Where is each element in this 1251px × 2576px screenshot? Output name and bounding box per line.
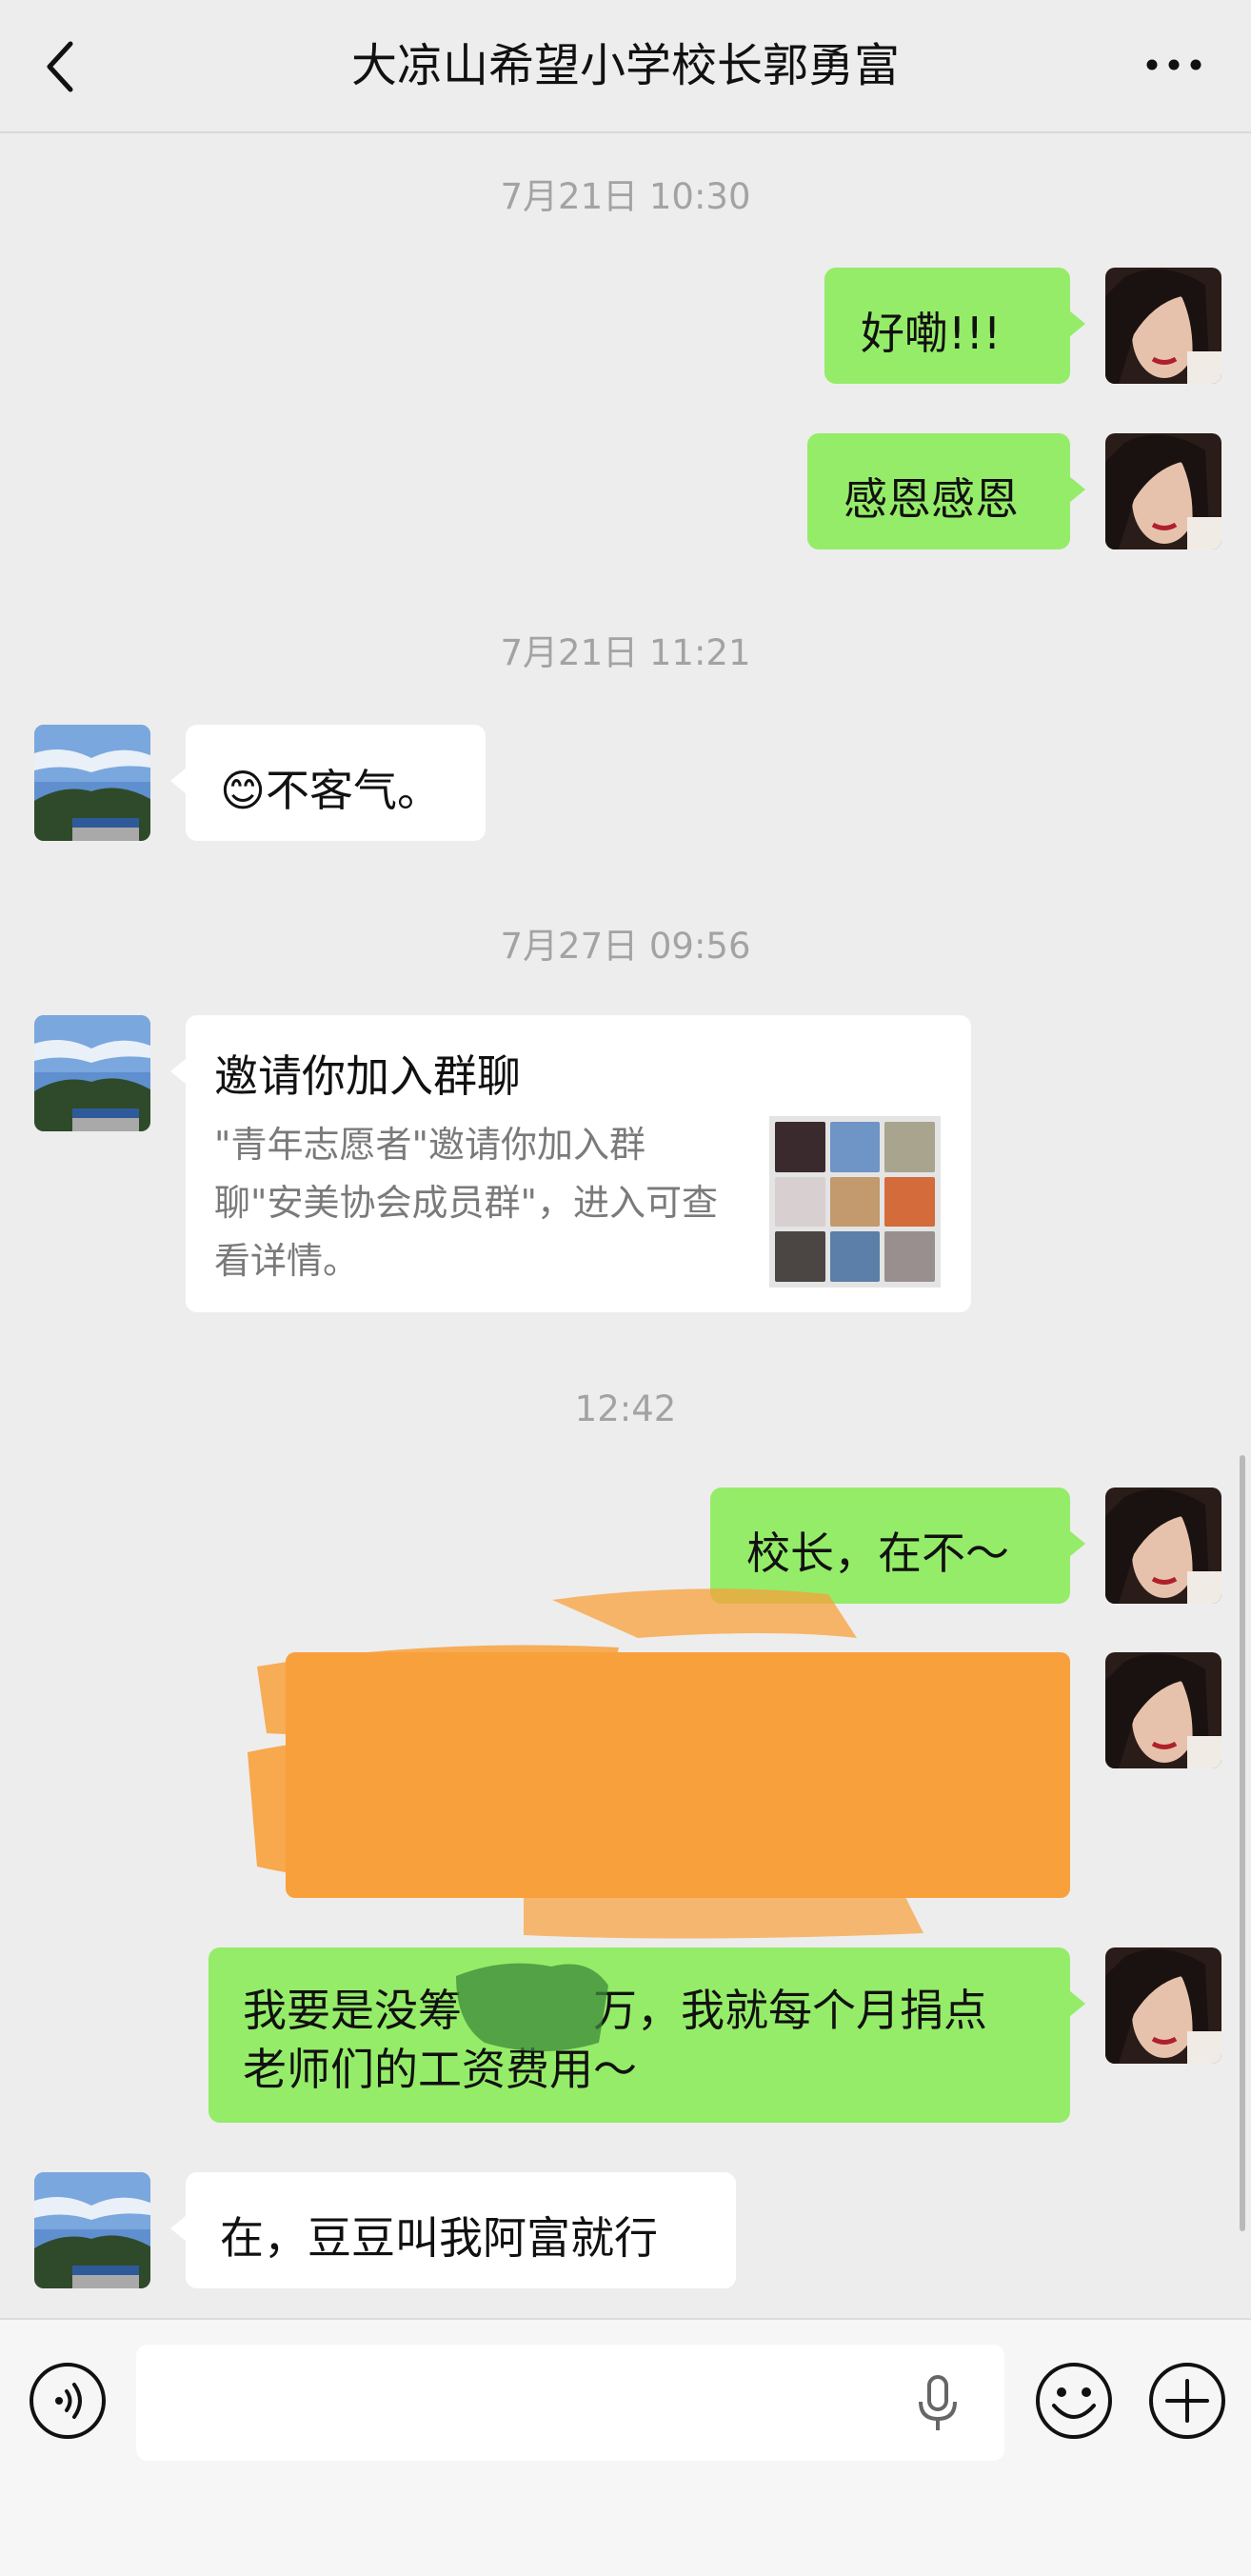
message-bubble-outgoing[interactable]: 感恩感恩 — [807, 433, 1085, 549]
chat-header: 大凉山希望小学校长郭勇富 — [0, 0, 1251, 133]
redacted-message-bubble — [286, 1652, 1070, 1898]
microphone-icon[interactable] — [917, 2375, 959, 2436]
ellipsis-icon[interactable] — [1142, 46, 1209, 84]
chevron-left-icon[interactable] — [42, 38, 80, 95]
message-input[interactable] — [136, 2345, 1004, 2461]
avatar-self[interactable] — [1105, 1947, 1221, 2064]
message-text: 好嘞!!! — [861, 308, 1002, 359]
smile-emoji-icon: 😊 — [220, 765, 266, 816]
message-bubble-outgoing[interactable]: 我要是没筹 万，我就每个月捐点 老师们的工资费用～ — [208, 1947, 1085, 2123]
message-text: 感恩感恩 — [844, 473, 1019, 525]
chat-screen: 大凉山希望小学校长郭勇富 7月21日 10:30 好嘞!!! 感恩感恩 7月21… — [0, 0, 1251, 2576]
redaction-scribble — [456, 1963, 608, 2051]
message-text: 校长，在不～ — [746, 1528, 1009, 1579]
timestamp: 7月21日 11:21 — [500, 632, 751, 673]
avatar-contact[interactable] — [34, 725, 150, 841]
group-avatar-grid — [769, 1116, 941, 1288]
timestamp: 7月27日 09:56 — [500, 926, 751, 967]
invite-title: 邀请你加入群聊 — [214, 1050, 521, 1102]
avatar-self[interactable] — [1105, 433, 1221, 549]
avatar-contact[interactable] — [34, 1015, 150, 1131]
avatar-self[interactable] — [1105, 268, 1221, 384]
message-bubble-incoming[interactable]: 在，豆豆叫我阿富就行 — [170, 2172, 736, 2288]
timestamp: 7月21日 10:30 — [500, 176, 751, 217]
plus-icon[interactable] — [1148, 2362, 1226, 2444]
message-bubble-incoming[interactable]: 😊不客气。 — [170, 725, 486, 841]
message-text: 在，豆豆叫我阿富就行 — [220, 2212, 658, 2264]
emoji-icon[interactable] — [1035, 2362, 1113, 2444]
voice-icon[interactable] — [29, 2362, 107, 2444]
avatar-self[interactable] — [1105, 1652, 1221, 1768]
input-bar — [0, 2318, 1251, 2576]
chat-title: 大凉山希望小学校长郭勇富 — [350, 39, 900, 92]
invite-description: "青年志愿者"邀请你加入群聊"安美协会成员群"，进入可查看详情。 — [214, 1124, 718, 1282]
chat-scrollbar[interactable] — [1240, 1455, 1245, 2231]
group-invite-card[interactable]: 邀请你加入群聊 "青年志愿者"邀请你加入群聊"安美协会成员群"，进入可查看详情。 — [170, 1015, 971, 1312]
message-bubble-outgoing[interactable]: 好嘞!!! — [824, 268, 1085, 384]
timestamp: 12:42 — [574, 1388, 677, 1429]
avatar-contact[interactable] — [34, 2172, 150, 2288]
message-text: 不客气。 — [265, 765, 441, 816]
